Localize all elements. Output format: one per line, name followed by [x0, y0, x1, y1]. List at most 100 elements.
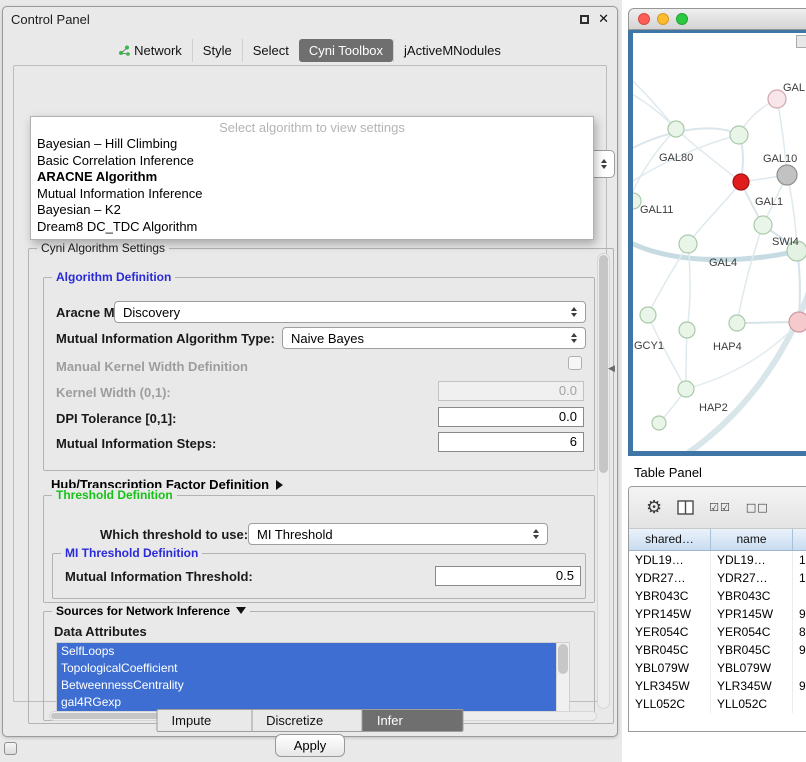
table-cell: YDR27… — [711, 569, 793, 587]
combobox-arrows-icon — [571, 307, 577, 317]
attribute-item-selected[interactable]: BetweennessCentrality — [57, 677, 556, 694]
combobox-arrows-icon — [571, 333, 577, 343]
manual-kernel-checkbox[interactable] — [568, 356, 582, 370]
control-panel-titlebar: Control Panel ✕ — [3, 7, 617, 31]
network-node[interactable] — [733, 174, 749, 190]
zoom-traffic-light[interactable] — [676, 13, 688, 25]
tab-discretize-data[interactable]: Discretize Data — [251, 710, 362, 731]
network-node[interactable] — [679, 322, 695, 338]
algorithm-option[interactable]: Bayesian – K2 — [31, 202, 593, 219]
cyni-bottom-tab-bar: Impute Data Discretize Data Infer Networ… — [157, 709, 464, 732]
float-window-icon[interactable] — [580, 15, 589, 24]
network-canvas[interactable]: GALGAL80GAL10GAL11GAL1SWI4GAL4GCY1HAP4HA… — [633, 33, 806, 451]
tab-style[interactable]: Style — [192, 39, 242, 62]
table-row[interactable]: YDR27…YDR27…12 — [629, 569, 806, 587]
network-node[interactable] — [754, 216, 772, 234]
network-edge — [633, 91, 676, 129]
algorithm-option[interactable]: Dream8 DC_TDC Algorithm — [31, 219, 593, 236]
attribute-item-selected[interactable]: TopologicalCoefficient — [57, 660, 556, 677]
algorithm-definition-group: Algorithm Definition Aracne Mode: Discov… — [43, 277, 595, 471]
kernel-width-field[interactable]: 0.0 — [438, 381, 584, 401]
table-row[interactable]: YBR045CYBR045C9. — [629, 641, 806, 659]
network-node[interactable] — [777, 165, 797, 185]
network-node-label: GAL10 — [763, 153, 797, 165]
tab-select[interactable]: Select — [242, 39, 299, 62]
network-node-label: HAP2 — [699, 402, 728, 414]
minimize-traffic-light[interactable] — [657, 13, 669, 25]
network-node[interactable] — [729, 315, 745, 331]
table-row[interactable]: YDL19…YDL19…13 — [629, 551, 806, 569]
tab-label: Network — [134, 43, 182, 58]
network-edge — [633, 129, 676, 201]
combobox-value: Naive Bayes — [291, 331, 571, 346]
table-cell: YLL052C — [711, 695, 793, 713]
algorithm-option[interactable]: Mutual Information Inference — [31, 186, 593, 203]
network-node[interactable] — [679, 235, 697, 253]
attribute-item-selected[interactable]: SelfLoops — [57, 643, 556, 660]
data-attributes-label: Data Attributes — [54, 624, 147, 639]
settings-vertical-scrollbar[interactable] — [597, 253, 610, 709]
gear-icon[interactable]: ⚙ — [646, 499, 662, 517]
network-window-titlebar[interactable] — [628, 8, 806, 30]
network-node-label: GAL80 — [659, 152, 693, 164]
table-cell: YDL19… — [629, 551, 711, 569]
table-cell: YBR043C — [629, 587, 711, 605]
which-threshold-combobox[interactable]: MI Threshold — [248, 523, 548, 545]
column-header[interactable]: shared… — [629, 529, 711, 550]
columns-icon[interactable] — [677, 500, 694, 515]
network-canvas-svg[interactable]: GALGAL80GAL10GAL11GAL1SWI4GAL4GCY1HAP4HA… — [633, 33, 806, 451]
tab-network[interactable]: Network — [109, 39, 192, 62]
sources-collapse-header[interactable]: Sources for Network Inference — [52, 604, 250, 618]
group-title: MI Threshold Definition — [61, 546, 202, 560]
algorithm-option[interactable]: Bayesian – Hill Climbing — [31, 136, 593, 153]
column-header[interactable]: name — [711, 529, 793, 550]
tab-infer-network[interactable]: Infer Network — [362, 710, 463, 731]
apply-button[interactable]: Apply — [275, 734, 345, 757]
table-row[interactable]: YER054CYER054C8. — [629, 623, 806, 641]
network-edge — [797, 251, 800, 322]
canvas-corner-button[interactable] — [796, 35, 806, 48]
network-node[interactable] — [678, 381, 694, 397]
algorithm-option[interactable]: Basic Correlation Inference — [31, 153, 593, 170]
close-window-icon[interactable]: ✕ — [598, 13, 609, 26]
deselect-all-checkboxes-icon[interactable]: □□ — [746, 502, 769, 513]
attribute-list-scrollbar[interactable] — [556, 643, 569, 715]
network-node[interactable] — [652, 416, 666, 430]
network-node[interactable] — [789, 312, 806, 332]
table-row[interactable]: YBR043CYBR043C — [629, 587, 806, 605]
collapsed-panel-icon[interactable] — [4, 742, 17, 755]
table-cell — [793, 659, 806, 677]
table-cell — [793, 695, 806, 713]
tab-jactivemnodules[interactable]: jActiveMNodules — [393, 39, 511, 62]
table-row[interactable]: YBL079WYBL079W — [629, 659, 806, 677]
control-panel-title: Control Panel — [11, 12, 90, 27]
mi-type-combobox[interactable]: Naive Bayes — [282, 327, 586, 349]
network-edge — [688, 281, 806, 451]
select-all-checkboxes-icon[interactable]: ☑☑ — [709, 502, 731, 513]
close-traffic-light[interactable] — [638, 13, 650, 25]
network-node[interactable] — [668, 121, 684, 137]
column-header[interactable] — [793, 529, 806, 550]
algorithm-dropdown-popup: Select algorithm to view settings Bayesi… — [30, 116, 594, 240]
table-header-row: shared…name — [629, 529, 806, 551]
data-attributes-list: SelfLoops TopologicalCoefficient Between… — [56, 642, 570, 716]
split-pane-collapse-arrow[interactable]: ◀ — [608, 364, 615, 374]
algorithm-option-selected[interactable]: ARACNE Algorithm — [31, 169, 593, 186]
table-cell: 13 — [793, 551, 806, 569]
network-node[interactable] — [730, 126, 748, 144]
mi-type-label: Mutual Information Algorithm Type: — [56, 331, 275, 346]
dpi-tolerance-field[interactable]: 0.0 — [438, 407, 584, 427]
tab-cyni-toolbox[interactable]: Cyni Toolbox — [299, 39, 393, 62]
table-panel-title: Table Panel — [634, 465, 702, 480]
aracne-mode-combobox[interactable]: Discovery — [114, 301, 586, 323]
tab-impute-data[interactable]: Impute Data — [158, 710, 252, 731]
network-node[interactable] — [640, 307, 656, 323]
mi-threshold-field[interactable]: 0.5 — [435, 566, 581, 586]
mi-steps-field[interactable]: 6 — [438, 432, 584, 452]
table-cell: 9. — [793, 641, 806, 659]
table-row[interactable]: YLR345WYLR345W9. — [629, 677, 806, 695]
manual-kernel-label: Manual Kernel Width Definition — [56, 359, 248, 374]
network-node-label: GAL — [783, 82, 805, 94]
table-row[interactable]: YLL052CYLL052C — [629, 695, 806, 713]
table-row[interactable]: YPR145WYPR145W9. — [629, 605, 806, 623]
